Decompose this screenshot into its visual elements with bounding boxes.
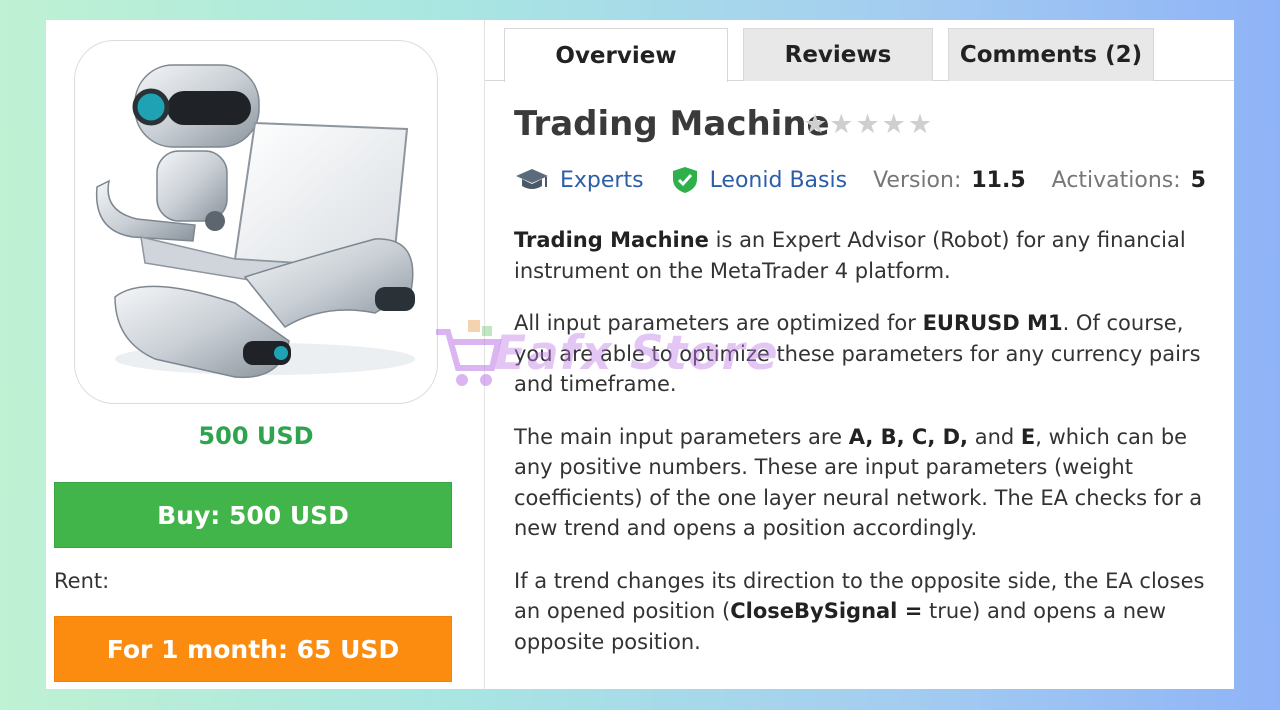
product-description: Trading Machine is an Expert Advisor (Ro…: [514, 225, 1226, 679]
description-bold: A, B, C, D,: [848, 424, 969, 449]
description-text: and: [968, 424, 1021, 449]
product-price: 500 USD: [198, 422, 314, 450]
description-paragraph: All input parameters are optimized for E…: [514, 308, 1226, 400]
rating-stars[interactable]: ★ ★ ★ ★ ★: [803, 110, 932, 140]
rent-label: Rent:: [54, 569, 110, 593]
description-paragraph: The main input parameters are A, B, C, D…: [514, 422, 1226, 544]
description-bold: CloseBySignal =: [730, 599, 923, 623]
buy-button[interactable]: Buy: 500 USD: [54, 482, 452, 548]
star-icon[interactable]: ★: [855, 110, 879, 140]
star-icon[interactable]: ★: [803, 110, 827, 140]
description-text: The main input parameters are: [514, 424, 849, 449]
column-divider: [484, 20, 485, 689]
description-text: All input parameters are optimized for: [514, 311, 923, 335]
product-meta-row: Experts Leonid Basis Version: 11.5 Activ…: [514, 164, 1206, 196]
product-sidebar: 500 USD Buy: 500 USD Rent: For 1 month: …: [46, 20, 484, 689]
product-card: 500 USD Buy: 500 USD Rent: For 1 month: …: [46, 20, 1234, 689]
product-image[interactable]: [74, 40, 438, 404]
author-link[interactable]: Leonid Basis: [710, 168, 848, 193]
description-paragraph: Trading Machine is an Expert Advisor (Ro…: [514, 225, 1226, 286]
tab-reviews[interactable]: Reviews: [743, 28, 933, 81]
category-link[interactable]: Experts: [560, 168, 644, 193]
activations-label: Activations:: [1051, 167, 1181, 193]
verified-shield-icon: [672, 166, 698, 194]
rent-1-month-button[interactable]: For 1 month: 65 USD: [54, 616, 452, 682]
version-label: Version:: [873, 167, 962, 193]
tab-overview[interactable]: Overview: [504, 28, 728, 82]
product-title: Trading Machine: [514, 104, 830, 144]
star-icon[interactable]: ★: [829, 110, 853, 140]
activations-value: 5: [1190, 167, 1206, 193]
robot-laptop-illustration: [95, 64, 415, 379]
description-bold: Trading Machine: [514, 228, 709, 252]
star-icon[interactable]: ★: [882, 110, 906, 140]
star-icon[interactable]: ★: [908, 110, 932, 140]
graduation-cap-icon: [514, 167, 550, 193]
tab-comments[interactable]: Comments (2): [948, 28, 1154, 81]
description-paragraph: If a trend changes its direction to the …: [514, 566, 1226, 658]
description-bold: E: [1020, 424, 1036, 449]
description-bold: EURUSD M1: [922, 311, 1063, 335]
version-value: 11.5: [971, 167, 1026, 193]
